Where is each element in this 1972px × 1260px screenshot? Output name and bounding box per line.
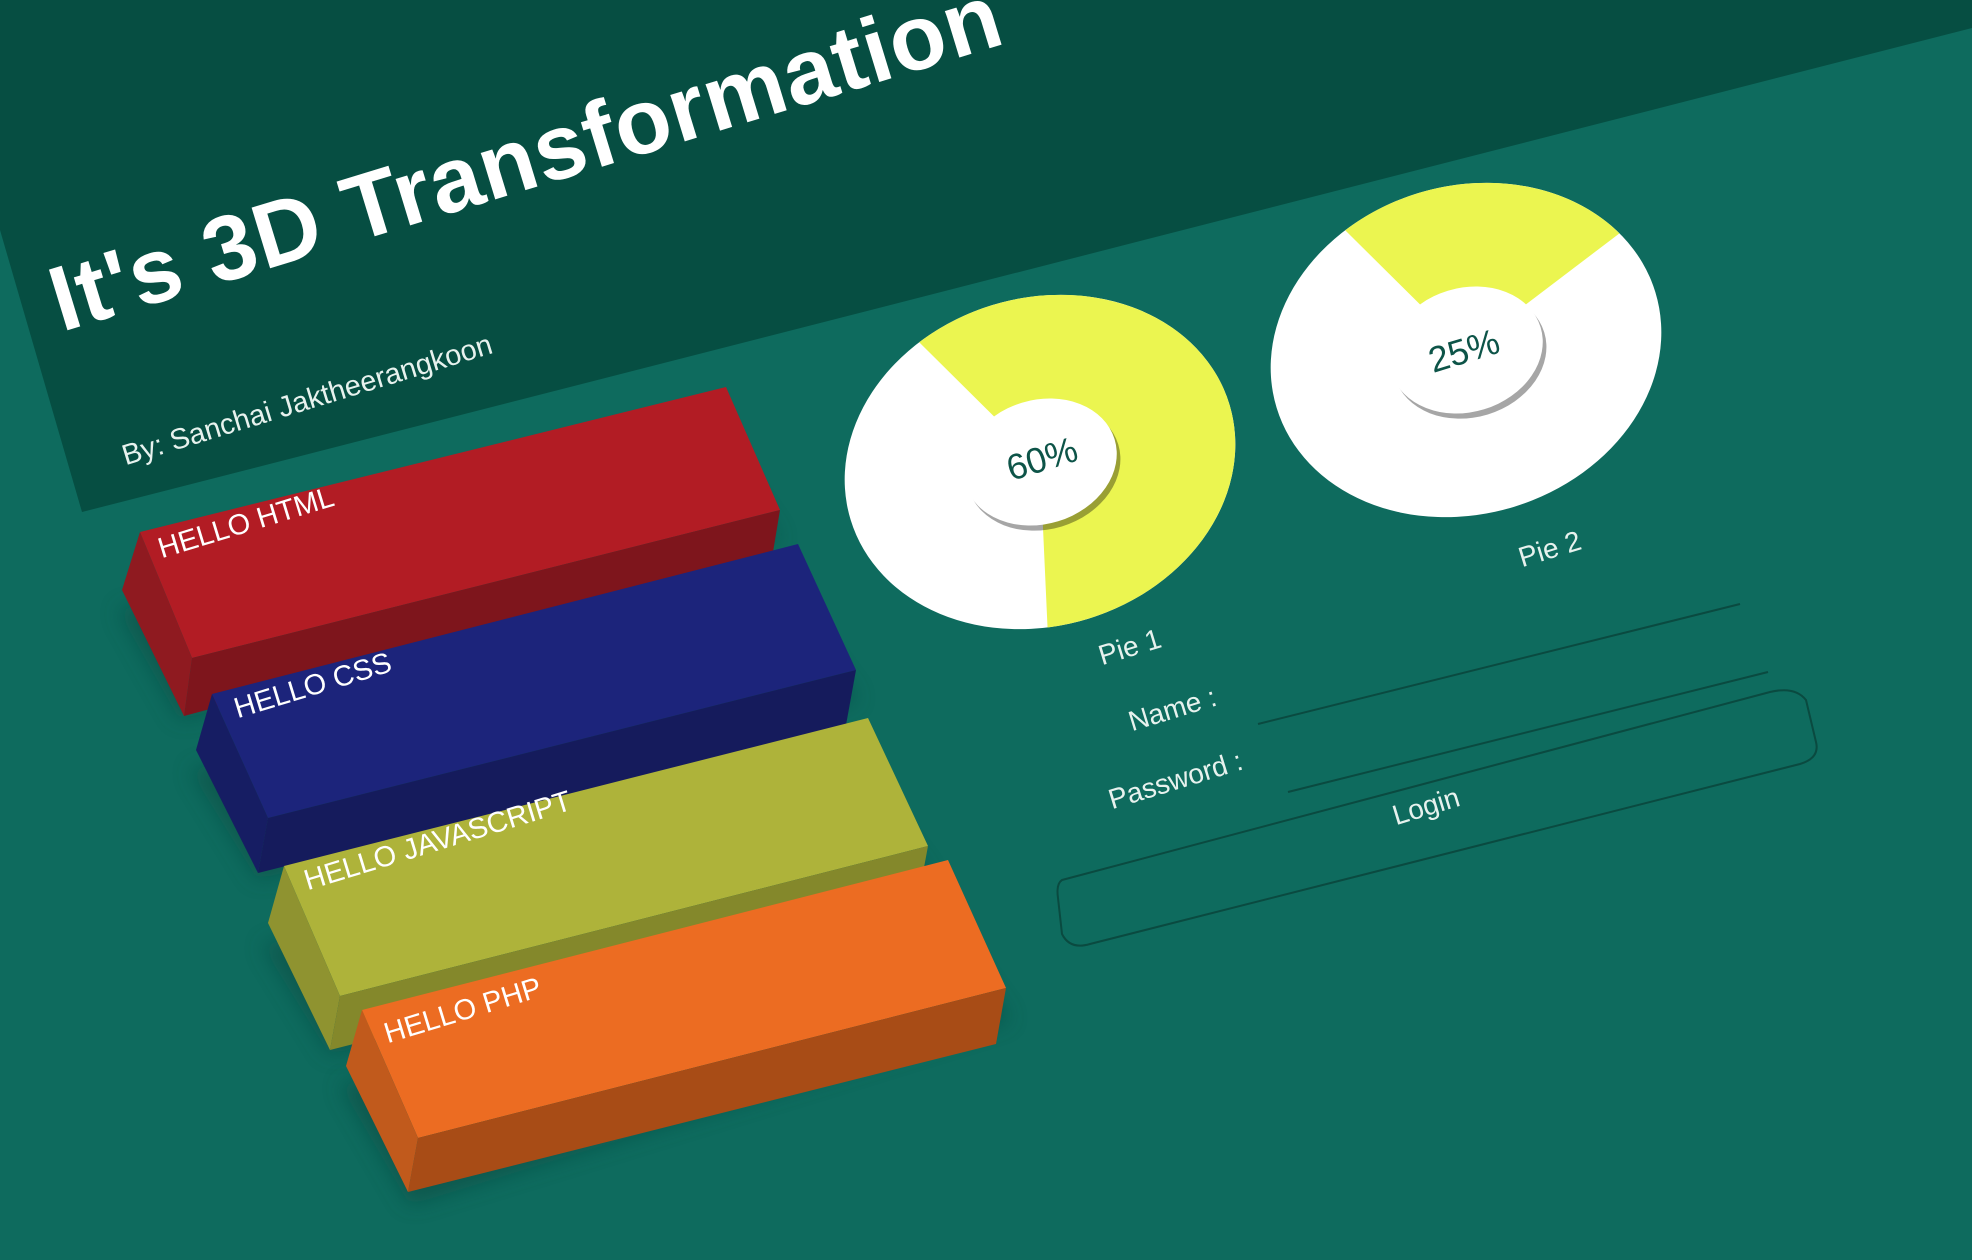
- page-stage: It's 3D Transformation By: Sanchai Jakth…: [0, 0, 1972, 1260]
- password-input[interactable]: [1287, 671, 1769, 793]
- login-form: [1056, 603, 1818, 947]
- name-input[interactable]: [1257, 603, 1741, 725]
